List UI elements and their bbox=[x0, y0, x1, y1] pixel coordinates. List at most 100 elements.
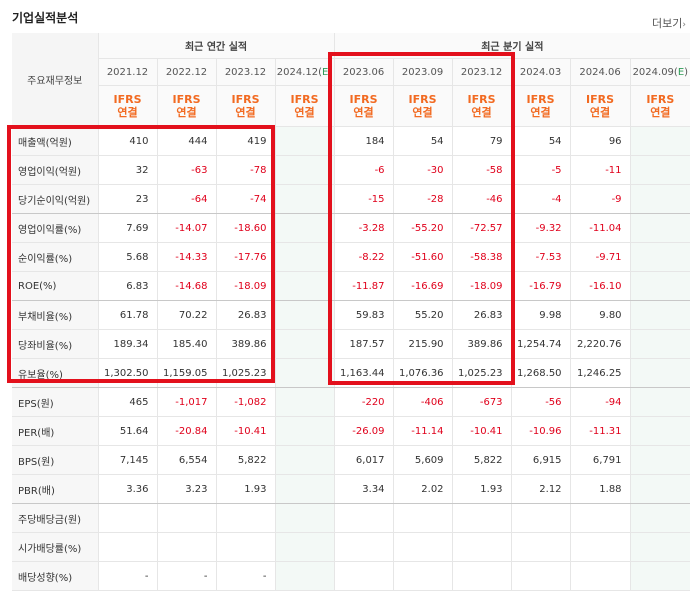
table-cell bbox=[275, 532, 335, 562]
table-cell bbox=[334, 532, 394, 562]
table-cell bbox=[98, 503, 158, 533]
row-label: 주당배당금(원) bbox=[12, 503, 99, 533]
table-cell: -94 bbox=[570, 387, 631, 417]
table-cell bbox=[275, 271, 335, 301]
ifrs-bottom: 연결 bbox=[650, 106, 671, 119]
table-cell: - bbox=[157, 561, 217, 591]
period-header: 2024.03 bbox=[511, 58, 571, 86]
estimate-mark: E bbox=[677, 66, 685, 78]
row-label: 배당성향(%) bbox=[12, 561, 99, 591]
table-cell: -26.09 bbox=[334, 416, 394, 446]
table-row: PBR(배) 3.36 3.23 1.93 3.34 2.02 1.93 2.12 1.88 bbox=[12, 474, 691, 504]
table-cell: 9.80 bbox=[570, 300, 631, 330]
table-cell bbox=[275, 126, 335, 156]
table-cell: 2.12 bbox=[511, 474, 571, 504]
table-cell: -11.14 bbox=[393, 416, 453, 446]
table-cell: -5 bbox=[511, 155, 571, 185]
table-cell bbox=[275, 387, 335, 417]
ifrs-tag: IFRS 연결 bbox=[98, 85, 158, 127]
table-cell bbox=[452, 561, 512, 591]
table-cell bbox=[570, 561, 631, 591]
table-cell: 5,822 bbox=[452, 445, 512, 475]
table-cell bbox=[98, 532, 158, 562]
table-cell bbox=[630, 474, 691, 504]
table-cell bbox=[216, 532, 276, 562]
table-cell bbox=[630, 126, 691, 156]
table-cell: 6,915 bbox=[511, 445, 571, 475]
table-cell: 6,791 bbox=[570, 445, 631, 475]
table-cell bbox=[630, 271, 691, 301]
table-cell: -9 bbox=[570, 184, 631, 214]
ifrs-top: IFRS bbox=[172, 93, 201, 106]
ifrs-tag: IFRS 연결 bbox=[570, 85, 631, 127]
table-cell bbox=[452, 532, 512, 562]
table-cell bbox=[275, 213, 335, 243]
table-cell: -16.79 bbox=[511, 271, 571, 301]
table-cell bbox=[157, 503, 217, 533]
ifrs-bottom: 연결 bbox=[294, 106, 315, 119]
period-header: 2024.09(E) bbox=[630, 58, 691, 86]
row-label: PER(배) bbox=[12, 416, 99, 446]
row-header: 주요재무정보 bbox=[12, 33, 99, 127]
highlight-box-right bbox=[328, 52, 515, 385]
table-cell: - bbox=[216, 561, 276, 591]
group-annual: 최근 연간 실적 bbox=[98, 33, 335, 59]
table-cell: -10.41 bbox=[452, 416, 512, 446]
table-cell: -11.31 bbox=[570, 416, 631, 446]
table-cell bbox=[393, 503, 453, 533]
ifrs-bottom: 연결 bbox=[117, 106, 138, 119]
chevron-right-icon: › bbox=[682, 20, 686, 30]
table-cell bbox=[570, 503, 631, 533]
ifrs-bottom: 연결 bbox=[176, 106, 197, 119]
table-cell bbox=[630, 561, 691, 591]
table-cell bbox=[275, 184, 335, 214]
table-cell: 1,246.25 bbox=[570, 358, 631, 388]
period-header: 2024.06 bbox=[570, 58, 631, 86]
ifrs-top: IFRS bbox=[113, 93, 142, 106]
ifrs-bottom: 연결 bbox=[589, 106, 611, 119]
table-cell bbox=[275, 155, 335, 185]
table-cell: 9.98 bbox=[511, 300, 571, 330]
highlight-box-left bbox=[7, 125, 275, 383]
section-title: 기업실적분석 bbox=[12, 11, 79, 25]
row-label: EPS(원) bbox=[12, 387, 99, 417]
table-cell bbox=[452, 503, 512, 533]
table-row: 시가배당률(%) bbox=[12, 532, 691, 562]
more-link[interactable]: 더보기› bbox=[652, 15, 686, 31]
table-cell bbox=[630, 532, 691, 562]
table-cell bbox=[275, 503, 335, 533]
table-cell: -1,017 bbox=[157, 387, 217, 417]
table-cell bbox=[511, 532, 571, 562]
table-cell: 2,220.76 bbox=[570, 329, 631, 359]
table-cell bbox=[630, 503, 691, 533]
table-cell bbox=[630, 300, 691, 330]
table-row: PER(배) 51.64 -20.84 -10.41 -26.09 -11.14 -10.4… bbox=[12, 416, 691, 446]
table-cell bbox=[630, 242, 691, 272]
table-row: EPS(원) 465 -1,017 -1,082 -220 -406 -673 -56 -94 bbox=[12, 387, 691, 417]
table-cell: 1.93 bbox=[452, 474, 512, 504]
table-cell bbox=[275, 242, 335, 272]
table-cell: -11.04 bbox=[570, 213, 631, 243]
table-cell bbox=[570, 532, 631, 562]
row-label: 시가배당률(%) bbox=[12, 532, 99, 562]
table-cell bbox=[216, 503, 276, 533]
table-cell bbox=[511, 561, 571, 591]
table-cell: 1.88 bbox=[570, 474, 631, 504]
table-cell: -1,082 bbox=[216, 387, 276, 417]
period-header: 2024.12(E) bbox=[275, 58, 335, 86]
table-cell bbox=[275, 561, 335, 591]
period-header: 2023.12 bbox=[216, 58, 276, 86]
table-cell bbox=[393, 561, 453, 591]
table-cell bbox=[334, 561, 394, 591]
table-cell bbox=[630, 416, 691, 446]
table-cell: 51.64 bbox=[98, 416, 158, 446]
ifrs-tag: IFRS 연결 bbox=[511, 85, 571, 127]
period-header: 2021.12 bbox=[98, 58, 158, 86]
table-cell: 465 bbox=[98, 387, 158, 417]
table-cell bbox=[630, 358, 691, 388]
ifrs-tag: IFRS 연결 bbox=[630, 85, 691, 127]
table-cell: -7.53 bbox=[511, 242, 571, 272]
table-cell: -9.32 bbox=[511, 213, 571, 243]
row-label: BPS(원) bbox=[12, 445, 99, 475]
table-cell bbox=[275, 474, 335, 504]
